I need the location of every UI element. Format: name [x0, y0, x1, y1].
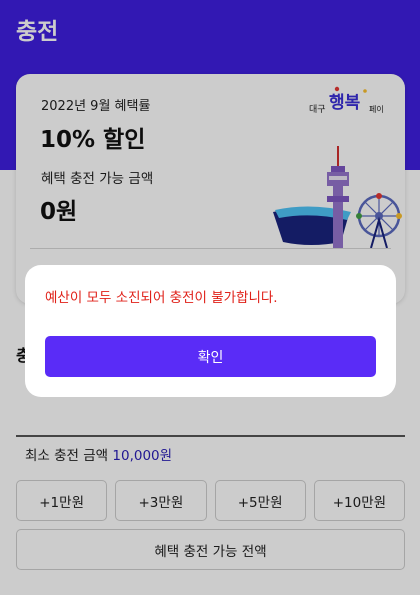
alert-dialog: 예산이 모두 소진되어 충전이 불가합니다. 확인 [25, 265, 396, 397]
alert-message: 예산이 모두 소진되어 충전이 불가합니다. [45, 290, 278, 306]
confirm-button[interactable]: 확인 [45, 336, 376, 377]
